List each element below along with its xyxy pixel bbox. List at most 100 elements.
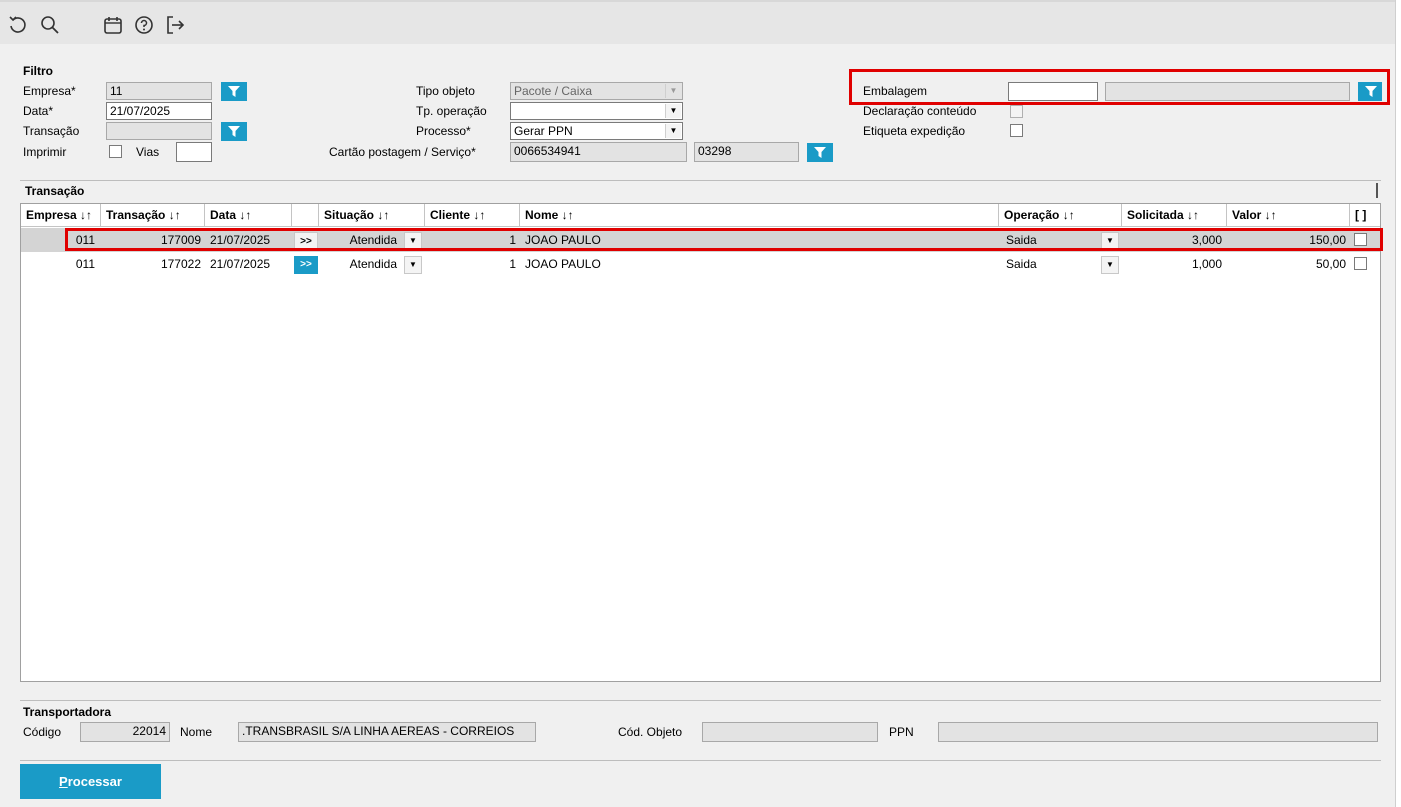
open-transaction-button[interactable]: >>: [294, 232, 318, 250]
cell-solicitada: 1,000: [1191, 257, 1222, 271]
cell-situacao: Atendida: [349, 233, 397, 247]
open-transaction-button[interactable]: >>: [294, 256, 318, 274]
empresa-field[interactable]: 11: [106, 82, 212, 100]
empresa-label: Empresa*: [23, 84, 76, 98]
data-label: Data*: [23, 104, 54, 118]
col-empresa[interactable]: Empresa ↓↑: [21, 204, 101, 227]
refresh-icon[interactable]: [7, 14, 29, 36]
tp-operacao-select[interactable]: ▼: [510, 102, 683, 120]
transactions-table: Empresa ↓↑ Transação ↓↑ Data ↓↑ Situação…: [20, 203, 1381, 682]
etiqueta-checkbox[interactable]: [1010, 124, 1023, 137]
situacao-dropdown[interactable]: ▼: [404, 256, 422, 274]
filter-icon: [228, 86, 240, 97]
declaracao-label: Declaração conteúdo: [863, 104, 977, 118]
operacao-dropdown[interactable]: ▼: [1101, 232, 1119, 250]
cell-situacao: Atendida: [349, 257, 397, 271]
cell-cliente: 1: [509, 233, 516, 247]
data-field[interactable]: 21/07/2025: [106, 102, 212, 120]
imprimir-checkbox[interactable]: [109, 145, 122, 158]
etiqueta-label: Etiqueta expedição: [863, 124, 966, 138]
cell-empresa: 011: [75, 233, 95, 247]
cell-data: 21/07/2025: [210, 257, 271, 271]
cell-data: 21/07/2025: [210, 233, 271, 247]
col-nome[interactable]: Nome ↓↑: [520, 204, 999, 227]
embalagem-code-field[interactable]: [1008, 82, 1098, 101]
filter-title: Filtro: [23, 64, 53, 78]
vias-field[interactable]: [176, 142, 212, 162]
cell-nome: JOAO PAULO: [525, 233, 601, 247]
row-checkbox[interactable]: [1354, 233, 1367, 246]
cell-operacao: Saida: [1006, 233, 1037, 247]
divider: [20, 700, 1381, 701]
cell-cliente: 1: [509, 257, 516, 271]
tp-operacao-label: Tp. operação: [416, 104, 487, 118]
col-data[interactable]: Data ↓↑: [205, 204, 292, 227]
search-icon[interactable]: [39, 14, 61, 36]
col-cliente[interactable]: Cliente ↓↑: [425, 204, 520, 227]
embalagem-desc-field: [1105, 82, 1350, 101]
divider: [20, 760, 1381, 761]
row-checkbox[interactable]: [1354, 257, 1367, 270]
col-solicitada[interactable]: Solicitada ↓↑: [1122, 204, 1227, 227]
exit-icon[interactable]: [164, 14, 186, 36]
processo-select[interactable]: Gerar PPN ▼: [510, 122, 683, 140]
processo-value: Gerar PPN: [514, 124, 573, 138]
embalagem-label: Embalagem: [863, 84, 928, 98]
codigo-field: 22014: [80, 722, 170, 742]
operacao-dropdown[interactable]: ▼: [1101, 256, 1119, 274]
help-icon[interactable]: [133, 14, 155, 36]
col-operacao[interactable]: Operação ↓↑: [999, 204, 1122, 227]
transacao-section-title: Transação: [25, 184, 85, 198]
chevron-down-icon: ▼: [665, 84, 681, 98]
processar-mnemonic: P: [59, 774, 68, 789]
imprimir-label: Imprimir: [23, 145, 67, 159]
cell-solicitada: 3,000: [1191, 233, 1222, 247]
cell-operacao: Saida: [1006, 257, 1037, 271]
codigo-label: Código: [23, 725, 62, 739]
divider: [1376, 183, 1378, 198]
divider: [20, 180, 1381, 181]
transacao-label: Transação: [23, 124, 80, 138]
cartao-field[interactable]: 0066534941: [510, 142, 687, 162]
declaracao-checkbox[interactable]: [1010, 105, 1023, 118]
cell-empresa: 011: [75, 257, 95, 271]
toolbar: [0, 0, 1396, 44]
transportadora-title: Transportadora: [23, 705, 112, 719]
col-select-all[interactable]: [ ]: [1350, 204, 1380, 227]
embalagem-filter-button[interactable]: [1358, 82, 1382, 101]
cell-transacao: 177009: [160, 233, 201, 247]
cod-objeto-field: [702, 722, 878, 742]
transacao-filter-button[interactable]: [221, 122, 247, 141]
transacao-field[interactable]: [106, 122, 212, 140]
cell-transacao: 177022: [160, 257, 201, 271]
empresa-filter-button[interactable]: [221, 82, 247, 101]
situacao-dropdown[interactable]: ▼: [404, 232, 422, 250]
servico-field[interactable]: 03298: [694, 142, 799, 162]
vias-label: Vias: [136, 145, 160, 159]
ppn-field: [938, 722, 1378, 742]
table-row[interactable]: 011 177009 21/07/2025 >> Atendida ▼ 1 JO…: [21, 228, 1380, 252]
cartao-filter-button[interactable]: [807, 143, 833, 162]
calendar-icon[interactable]: [102, 14, 124, 36]
col-transacao[interactable]: Transação ↓↑: [101, 204, 205, 227]
table-row[interactable]: 011 177022 21/07/2025 >> Atendida ▼ 1 JO…: [21, 252, 1380, 276]
tipo-objeto-select[interactable]: Pacote / Caixa ▼: [510, 82, 683, 100]
chevron-down-icon: ▼: [665, 124, 681, 138]
tipo-objeto-label: Tipo objeto: [416, 84, 475, 98]
window-edge: [1395, 0, 1401, 807]
col-situacao[interactable]: Situação ↓↑: [319, 204, 425, 227]
cell-valor: 150,00: [1309, 233, 1346, 247]
filter-icon: [814, 147, 826, 158]
processar-label: rocessar: [67, 774, 122, 789]
chevron-down-icon: ▼: [665, 104, 681, 118]
cod-objeto-label: Cód. Objeto: [618, 725, 683, 739]
cartao-label: Cartão postagem / Serviço*: [329, 145, 476, 159]
ppn-label: PPN: [889, 725, 914, 739]
col-valor[interactable]: Valor ↓↑: [1227, 204, 1350, 227]
nome-label: Nome: [180, 725, 213, 739]
processar-button[interactable]: Processar: [20, 764, 161, 799]
cell-nome: JOAO PAULO: [525, 257, 601, 271]
cell-valor: 50,00: [1315, 257, 1346, 271]
filter-icon: [228, 126, 240, 137]
col-action: [292, 204, 319, 227]
